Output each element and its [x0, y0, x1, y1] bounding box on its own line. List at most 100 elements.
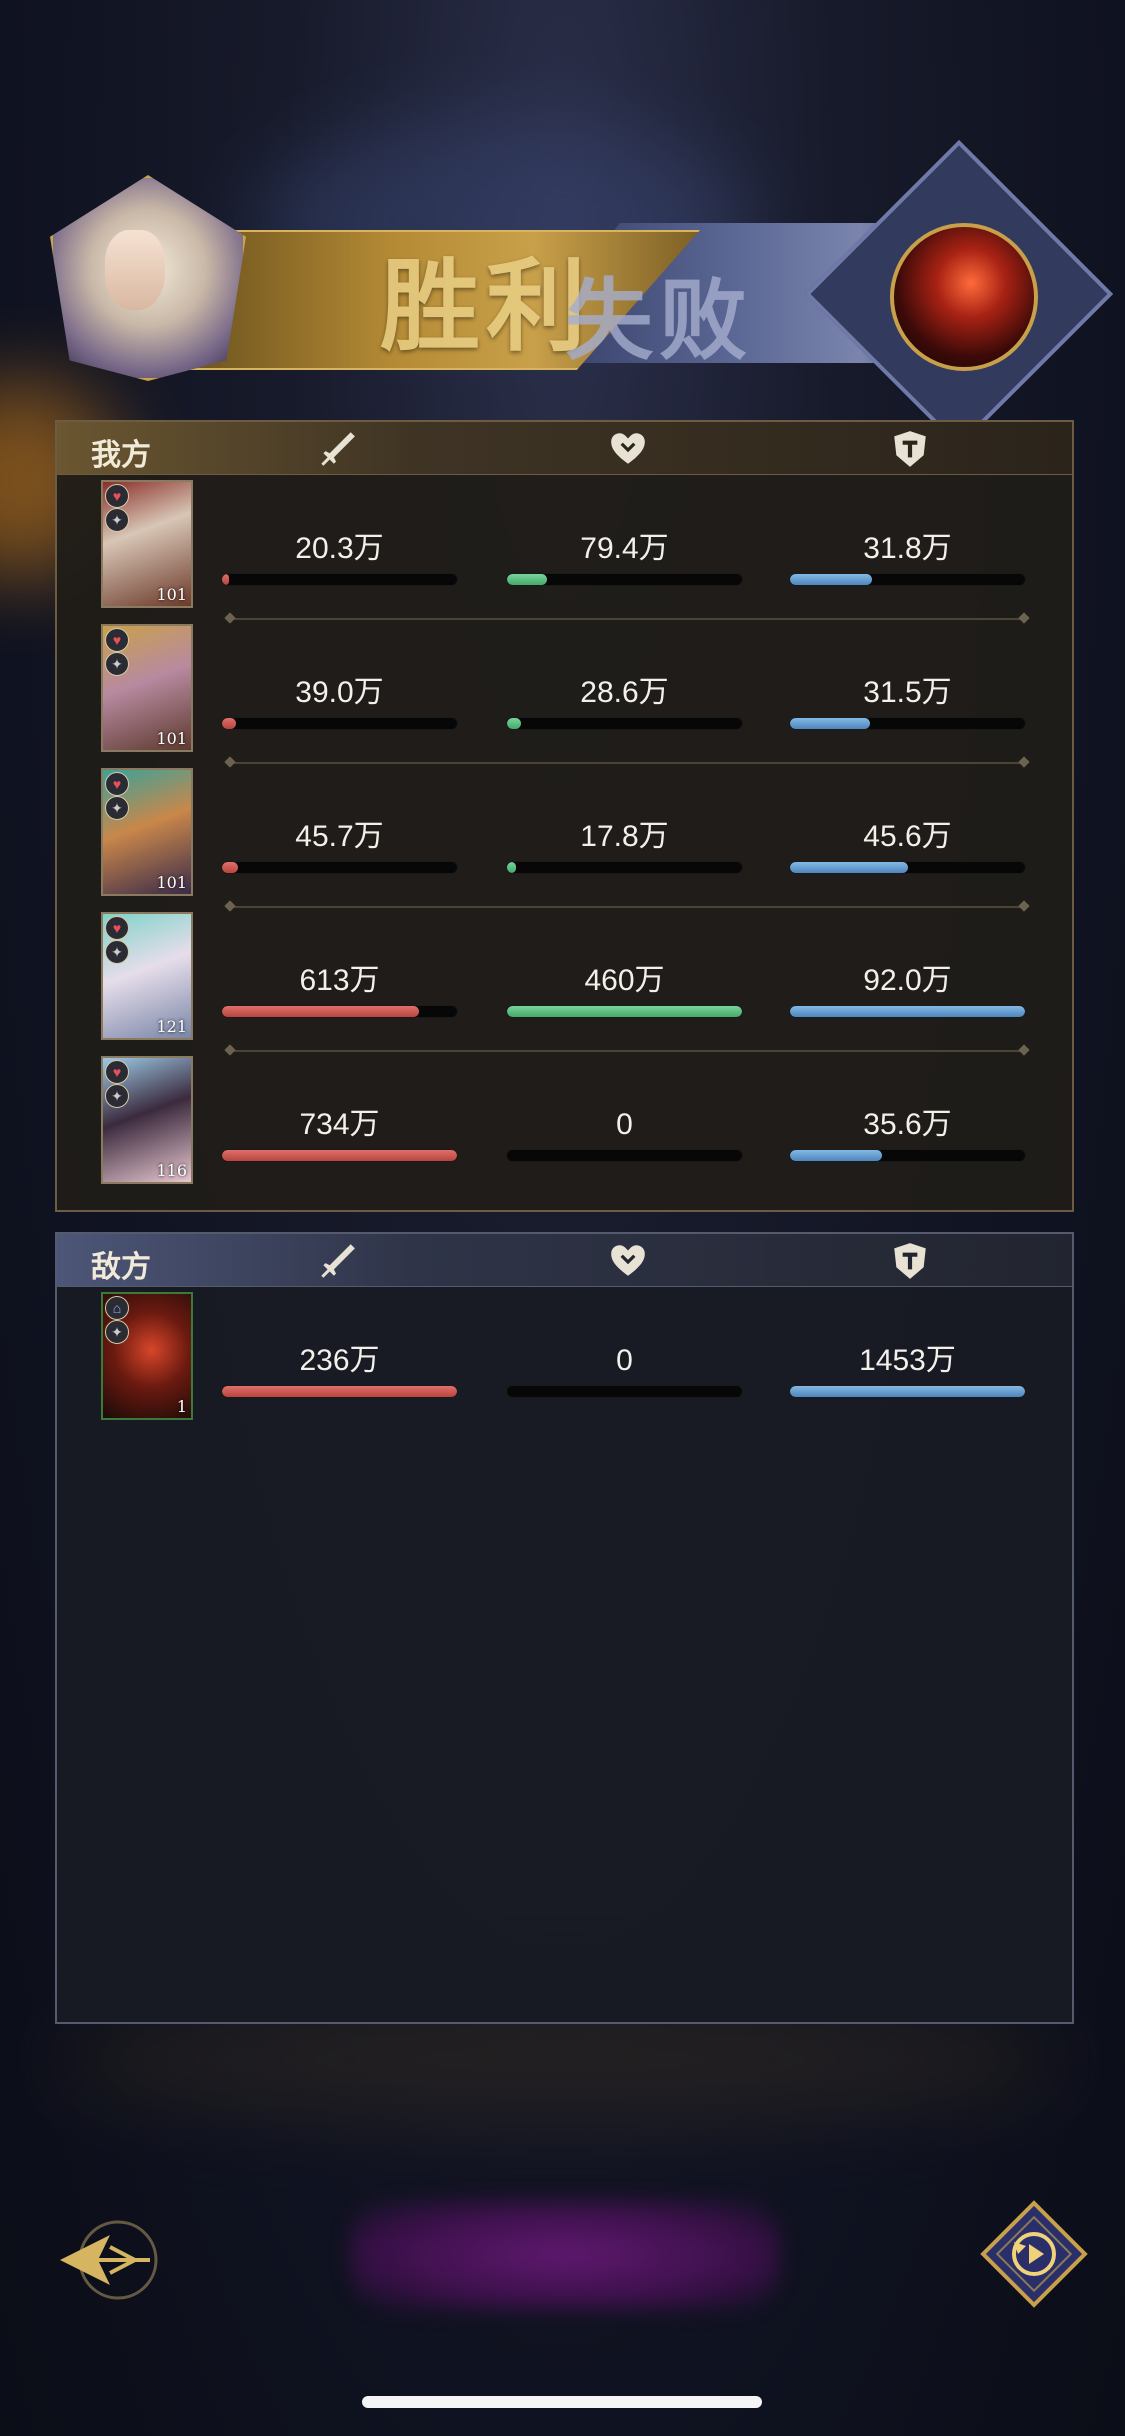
attack-bar-fill	[222, 574, 230, 585]
attack-stat: 20.3万	[222, 530, 457, 585]
back-arrow-icon	[60, 2220, 158, 2300]
hero-card[interactable]: ♥ ✦ 116	[101, 1056, 193, 1184]
attack-value: 613万	[299, 964, 380, 997]
row-divider	[232, 906, 1022, 908]
attack-bar	[222, 718, 457, 729]
hero-card[interactable]: ♥ ✦ 101	[101, 768, 193, 896]
heal-stat: 79.4万	[507, 530, 742, 585]
heart-icon	[607, 1240, 649, 1282]
heal-bar	[507, 862, 742, 873]
heal-value: 28.6万	[580, 676, 669, 709]
class-badge-icon: ✦	[105, 1320, 129, 1344]
heal-value: 0	[616, 1344, 633, 1377]
defense-bar	[790, 1150, 1025, 1161]
attack-bar	[222, 1150, 457, 1161]
attack-value: 39.0万	[295, 676, 384, 709]
defense-bar-fill	[790, 1150, 882, 1161]
enemy-side-title: 敌方	[91, 1250, 151, 1285]
my-hero-row[interactable]: ♥ ✦ 116 734万 0 35.6万	[57, 1056, 1072, 1200]
class-badge-icon: ✦	[105, 1084, 129, 1108]
hero-level: 101	[156, 873, 187, 892]
faction-badge-icon: ⌂	[105, 1296, 129, 1320]
shield-icon	[889, 428, 931, 470]
heal-stat: 17.8万	[507, 818, 742, 873]
heal-bar-fill	[507, 718, 522, 729]
attack-bar	[222, 862, 457, 873]
attack-bar-fill	[222, 862, 239, 873]
hero-level: 116	[156, 1161, 187, 1180]
blurred-background-button	[350, 2200, 780, 2310]
defense-stat: 92.0万	[790, 962, 1025, 1017]
defense-bar	[790, 718, 1025, 729]
heal-stat: 0	[507, 1106, 742, 1161]
defense-bar-fill	[790, 718, 870, 729]
heart-badge-icon: ♥	[105, 916, 129, 940]
heart-badge-icon: ♥	[105, 484, 129, 508]
heal-bar-fill	[507, 1006, 742, 1017]
heal-bar	[507, 718, 742, 729]
attack-value: 20.3万	[295, 532, 384, 565]
hero-level: 121	[156, 1017, 187, 1036]
enemy-card[interactable]: ⌂ ✦ 1	[101, 1292, 193, 1420]
defense-bar	[790, 574, 1025, 585]
battle-result-banner: 胜利 失败	[30, 139, 1114, 449]
my-hero-row[interactable]: ♥ ✦ 101 45.7万 17.8万 45.6万	[57, 768, 1072, 912]
attack-value: 734万	[299, 1108, 380, 1141]
hero-card[interactable]: ♥ ✦ 121	[101, 912, 193, 1040]
back-button[interactable]	[50, 2205, 170, 2315]
defense-bar-fill	[790, 574, 873, 585]
hero-level: 101	[156, 585, 187, 604]
defense-value: 1453万	[859, 1344, 956, 1377]
heal-bar	[507, 1386, 742, 1397]
heart-badge-icon: ♥	[105, 1060, 129, 1084]
heal-bar	[507, 1006, 742, 1017]
my-side-title: 我方	[91, 438, 151, 473]
sword-icon	[315, 1240, 357, 1282]
defense-bar-fill	[790, 1006, 1025, 1017]
defense-value: 35.6万	[863, 1108, 952, 1141]
enemy-unit-row[interactable]: ⌂ ✦ 1 236万 0 1453万	[57, 1292, 1072, 1436]
attack-value: 236万	[299, 1344, 380, 1377]
my-hero-row[interactable]: ♥ ✦ 101 20.3万 79.4万 31.8万	[57, 480, 1072, 624]
attack-bar	[222, 574, 457, 585]
my-hero-row[interactable]: ♥ ✦ 101 39.0万 28.6万 31.5万	[57, 624, 1072, 768]
defense-bar	[790, 1386, 1025, 1397]
heal-value: 0	[616, 1108, 633, 1141]
defense-stat: 45.6万	[790, 818, 1025, 873]
defense-stat: 35.6万	[790, 1106, 1025, 1161]
replay-button[interactable]	[978, 2198, 1090, 2310]
attack-bar	[222, 1006, 457, 1017]
heal-value: 460万	[584, 964, 665, 997]
class-badge-icon: ✦	[105, 652, 129, 676]
hero-card[interactable]: ♥ ✦ 101	[101, 480, 193, 608]
my-hero-row[interactable]: ♥ ✦ 121 613万 460万 92.0万	[57, 912, 1072, 1056]
my-side-panel: 我方 ♥ ✦ 101 20.3万 79.4万 31.8万 ♥ ✦ 101 39.…	[55, 420, 1074, 1212]
heal-bar	[507, 574, 742, 585]
defense-value: 31.5万	[863, 676, 952, 709]
shield-icon	[889, 1240, 931, 1282]
home-indicator[interactable]	[362, 2396, 762, 2408]
heal-stat: 460万	[507, 962, 742, 1017]
attack-bar	[222, 1386, 457, 1397]
defense-stat: 31.8万	[790, 530, 1025, 585]
attack-bar-fill	[222, 1006, 420, 1017]
attack-bar-fill	[222, 1386, 457, 1397]
player-avatar-face	[105, 230, 165, 310]
class-badge-icon: ✦	[105, 508, 129, 532]
defense-stat: 1453万	[790, 1342, 1025, 1397]
defense-bar	[790, 1006, 1025, 1017]
attack-stat: 45.7万	[222, 818, 457, 873]
enemy-avatar	[890, 223, 1038, 371]
attack-bar-fill	[222, 1150, 457, 1161]
hero-card[interactable]: ♥ ✦ 101	[101, 624, 193, 752]
heal-bar	[507, 1150, 742, 1161]
replay-icon	[980, 2200, 1088, 2308]
sword-icon	[315, 428, 357, 470]
defense-value: 45.6万	[863, 820, 952, 853]
defeat-text: 失败	[565, 268, 754, 372]
defense-stat: 31.5万	[790, 674, 1025, 729]
class-badge-icon: ✦	[105, 940, 129, 964]
attack-stat: 236万	[222, 1342, 457, 1397]
row-divider	[232, 762, 1022, 764]
enemy-level: 1	[176, 1397, 187, 1416]
